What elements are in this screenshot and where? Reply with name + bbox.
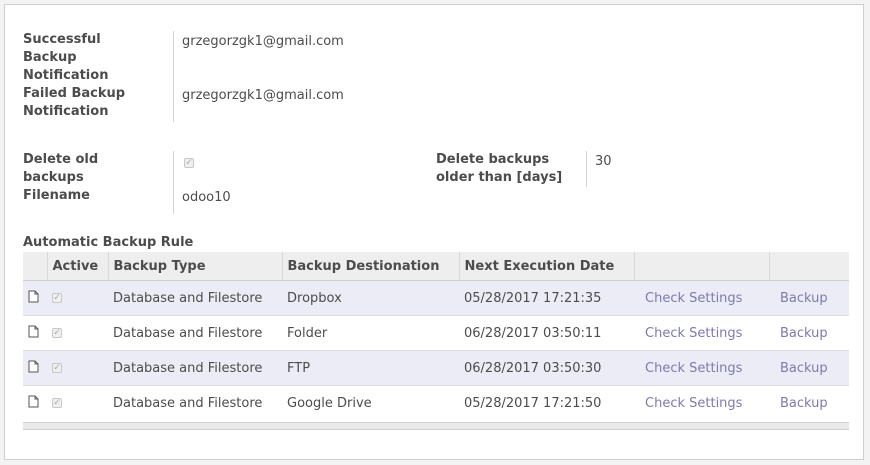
file-icon[interactable] [28, 325, 39, 342]
table-footer [23, 422, 849, 430]
file-icon[interactable] [28, 360, 39, 377]
file-icon[interactable] [28, 395, 39, 412]
label-line: Delete backups [436, 152, 550, 167]
destination-cell: Folder [282, 315, 459, 351]
label-line: backups [23, 170, 84, 185]
field-divider [173, 31, 174, 122]
failed-notification-label: Failed Backup Notification [23, 85, 125, 121]
field-divider [173, 151, 174, 214]
column-header-destination[interactable]: Backup Destionation [281, 252, 459, 281]
label-line: Backup [23, 50, 77, 65]
delete-old-checkbox[interactable]: ✓ [184, 158, 194, 168]
form-sheet: Successful Backup Notification grzegorzg… [4, 4, 864, 460]
file-icon[interactable] [28, 290, 39, 307]
next-execution-cell: 06/28/2017 03:50:30 [459, 350, 634, 386]
next-execution-cell: 05/28/2017 17:21:50 [459, 385, 634, 420]
column-header [768, 252, 849, 281]
destination-cell: Google Drive [282, 385, 459, 420]
table-row[interactable]: ✓ Database and Filestore FTP 06/28/2017 … [23, 350, 849, 386]
next-execution-cell: 06/28/2017 03:50:11 [459, 315, 634, 351]
table-header-row: Active Backup Type Backup Destionation N… [23, 252, 849, 281]
label-line: Notification [23, 104, 109, 119]
table-row[interactable]: ✓ Database and Filestore Folder 06/28/20… [23, 315, 849, 351]
delete-days-label: Delete backups older than [days] [436, 151, 562, 187]
label-line: Delete old [23, 152, 99, 167]
success-notification-value[interactable]: grzegorzgk1@gmail.com [182, 33, 344, 51]
backup-type-cell: Database and Filestore [108, 350, 282, 386]
backup-type-cell: Database and Filestore [108, 280, 282, 316]
backup-button[interactable]: Backup [769, 350, 849, 386]
filename-value[interactable]: odoo10 [182, 189, 231, 207]
section-title: Automatic Backup Rule [23, 235, 194, 250]
delete-old-label: Delete old backups [23, 151, 98, 187]
active-checkbox[interactable]: ✓ [52, 398, 62, 408]
table-row[interactable]: ✓ Database and Filestore Google Drive 05… [23, 385, 849, 420]
backup-button[interactable]: Backup [769, 385, 849, 420]
filename-label: Filename [23, 188, 90, 203]
delete-days-value[interactable]: 30 [595, 153, 612, 171]
label-line: older than [days] [436, 170, 563, 185]
column-header [633, 252, 769, 281]
field-divider [586, 151, 587, 187]
check-settings-button[interactable]: Check Settings [634, 385, 769, 420]
backup-rules-table: Active Backup Type Backup Destionation N… [23, 252, 849, 420]
column-header-active[interactable]: Active [46, 252, 108, 281]
table-row[interactable]: ✓ Database and Filestore Dropbox 05/28/2… [23, 280, 849, 316]
column-header-next-execution[interactable]: Next Execution Date [458, 252, 634, 281]
success-notification-label: Successful Backup Notification [23, 31, 108, 85]
active-checkbox[interactable]: ✓ [52, 363, 62, 373]
next-execution-cell: 05/28/2017 17:21:35 [459, 280, 634, 316]
column-header [23, 252, 47, 281]
active-checkbox[interactable]: ✓ [52, 328, 62, 338]
active-checkbox[interactable]: ✓ [52, 293, 62, 303]
backup-type-cell: Database and Filestore [108, 385, 282, 420]
backup-button[interactable]: Backup [769, 280, 849, 316]
failed-notification-value[interactable]: grzegorzgk1@gmail.com [182, 87, 344, 105]
label-line: Failed Backup [23, 86, 126, 101]
check-settings-button[interactable]: Check Settings [634, 315, 769, 351]
backup-type-cell: Database and Filestore [108, 315, 282, 351]
destination-cell: Dropbox [282, 280, 459, 316]
check-settings-button[interactable]: Check Settings [634, 280, 769, 316]
backup-button[interactable]: Backup [769, 315, 849, 351]
label-line: Successful [23, 32, 101, 47]
check-settings-button[interactable]: Check Settings [634, 350, 769, 386]
label-line: Notification [23, 68, 109, 83]
destination-cell: FTP [282, 350, 459, 386]
column-header-backup-type[interactable]: Backup Type [107, 252, 282, 281]
